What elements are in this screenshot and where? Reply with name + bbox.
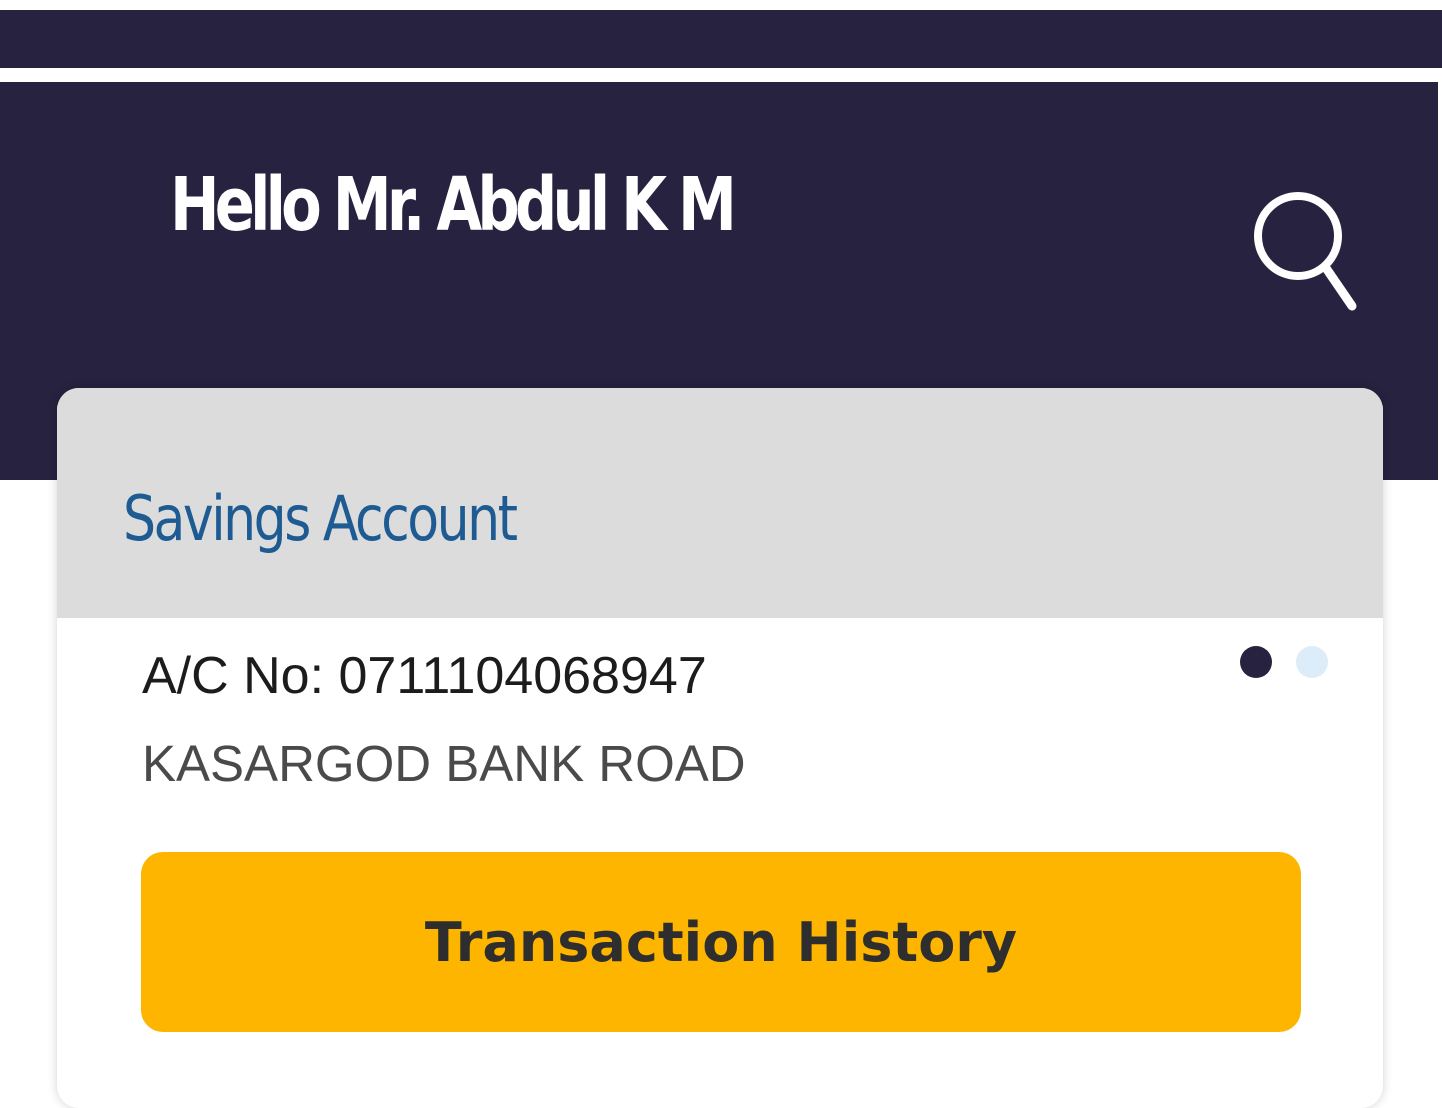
account-type-title: Savings Account [123,482,518,555]
account-card: Savings Account A/C No: 0711104068947 KA… [57,388,1383,1108]
top-border [0,0,1442,10]
status-bar [0,10,1442,68]
carousel-dot-active[interactable] [1240,646,1272,678]
transaction-history-label: Transaction History [424,910,1018,974]
account-number: A/C No: 0711104068947 [142,647,707,705]
carousel-dot-inactive[interactable] [1296,646,1328,678]
greeting-text: Hello Mr. Abdul K M [170,162,737,248]
branch-name: KASARGOD BANK ROAD [142,735,746,792]
transaction-history-button[interactable]: Transaction History [141,852,1301,1032]
search-icon[interactable] [1252,172,1364,320]
